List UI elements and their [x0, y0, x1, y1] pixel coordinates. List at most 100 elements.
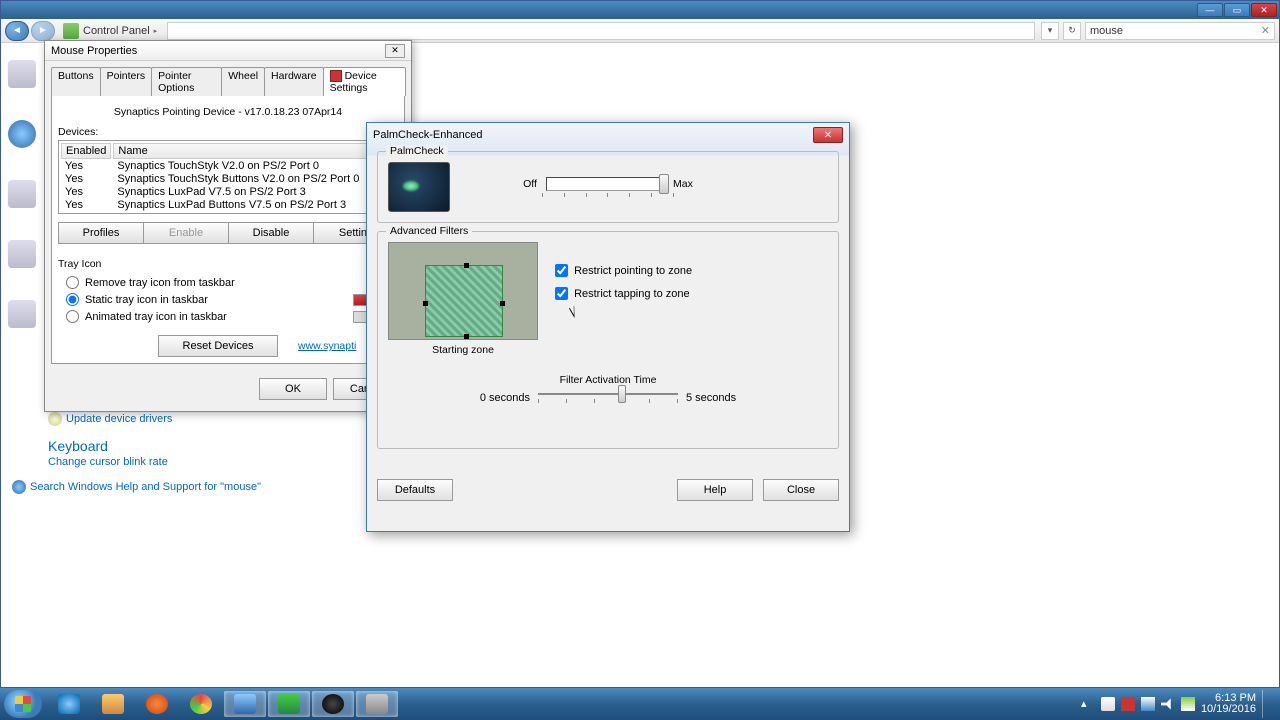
- close-dialog-button[interactable]: Close: [763, 479, 839, 501]
- tray-remove-radio[interactable]: Remove tray icon from taskbar 4:20: [58, 274, 398, 291]
- tray-synaptics-icon[interactable]: [1121, 697, 1135, 711]
- profiles-button[interactable]: Profiles: [58, 222, 144, 244]
- zone-caption: Starting zone: [388, 344, 538, 356]
- fat-slider[interactable]: [538, 393, 678, 395]
- taskbar-ie[interactable]: [48, 691, 90, 717]
- taskbar-obs[interactable]: [312, 691, 354, 717]
- update-drivers-link[interactable]: Update device drivers: [66, 413, 172, 425]
- system-tray: ▴ 6:13 PM 10/19/2016: [1081, 690, 1276, 718]
- mouse-category-icon: [8, 60, 36, 88]
- taskbar-wmp[interactable]: [136, 691, 178, 717]
- clear-search-button[interactable]: ✕: [1261, 24, 1270, 37]
- refresh-button[interactable]: ↻: [1063, 22, 1081, 40]
- start-button[interactable]: [4, 690, 42, 718]
- checkbox-input[interactable]: [555, 287, 568, 300]
- tray-icon-header: Tray Icon: [58, 258, 398, 270]
- filter-activation-group: Filter Activation Time 0 seconds 5 secon…: [388, 374, 828, 404]
- minimize-button[interactable]: —: [1197, 3, 1223, 17]
- fat-max-label: 5 seconds: [686, 392, 736, 404]
- reset-devices-button[interactable]: Reset Devices: [158, 335, 278, 357]
- clock[interactable]: 6:13 PM 10/19/2016: [1201, 693, 1256, 715]
- palmcheck-title: PalmCheck-Enhanced: [373, 129, 813, 141]
- devices-label: Devices:: [58, 126, 398, 138]
- zone-rect[interactable]: [425, 265, 503, 337]
- control-panel-icon: [63, 23, 79, 39]
- checkbox-input[interactable]: [555, 264, 568, 277]
- checkbox-label: Restrict pointing to zone: [574, 265, 692, 277]
- zone-editor[interactable]: [388, 242, 538, 340]
- disable-button[interactable]: Disable: [228, 222, 314, 244]
- tray-power-icon[interactable]: [1181, 697, 1195, 711]
- printer-category-icon: [8, 180, 36, 208]
- tray-network-icon[interactable]: [1141, 697, 1155, 711]
- slider-thumb[interactable]: [659, 174, 669, 194]
- blink-rate-link[interactable]: Change cursor blink rate: [48, 456, 172, 468]
- tab-pointers[interactable]: Pointers: [100, 67, 153, 96]
- palmcheck-legend: PalmCheck: [386, 145, 448, 157]
- window-close-button[interactable]: ✕: [1251, 3, 1277, 17]
- address-dropdown-button[interactable]: ▾: [1041, 22, 1059, 40]
- touchpad-icon: [353, 311, 367, 323]
- col-enabled: Enabled: [61, 143, 111, 159]
- tab-device-settings[interactable]: Device Settings: [323, 67, 406, 96]
- palmcheck-close-button[interactable]: ✕: [813, 127, 843, 143]
- breadcrumb[interactable]: Control Panel ▸: [63, 23, 161, 39]
- category-icons: [8, 60, 38, 328]
- nav-forward-button[interactable]: ►: [31, 21, 55, 41]
- table-row[interactable]: YesSynaptics LuxPad Buttons V7.5 on PS/2…: [61, 200, 395, 211]
- radio-input[interactable]: [66, 293, 79, 306]
- tray-animated-radio[interactable]: Animated tray icon in taskbar 4:20: [58, 308, 398, 325]
- synaptics-link[interactable]: www.synapti: [298, 340, 356, 352]
- show-desktop-button[interactable]: [1262, 690, 1270, 718]
- radio-label: Remove tray icon from taskbar: [85, 277, 235, 289]
- table-row[interactable]: YesSynaptics TouchStyk V2.0 on PS/2 Port…: [61, 161, 395, 172]
- tab-hardware[interactable]: Hardware: [264, 67, 324, 96]
- help-search-link[interactable]: Search Windows Help and Support for "mou…: [30, 481, 261, 493]
- ok-button[interactable]: OK: [259, 378, 327, 400]
- tray-flag-icon[interactable]: [1101, 697, 1115, 711]
- devices-table[interactable]: Enabled Name YesSynaptics TouchStyk V2.0…: [58, 140, 398, 214]
- taskbar-app4[interactable]: [356, 691, 398, 717]
- tab-buttons[interactable]: Buttons: [51, 67, 101, 96]
- see-also-panel: Update device drivers Keyboard Change cu…: [48, 412, 172, 468]
- taskbar-chrome[interactable]: [180, 691, 222, 717]
- touchpad-preview-icon: [388, 162, 450, 212]
- taskbar-control-panel[interactable]: [224, 691, 266, 717]
- mouse-properties-title: Mouse Properties: [51, 45, 385, 57]
- table-row[interactable]: YesSynaptics LuxPad V7.5 on PS/2 Port 3: [61, 187, 395, 198]
- table-row[interactable]: YesSynaptics TouchStyk Buttons V2.0 on P…: [61, 174, 395, 185]
- filter-checks: Restrict pointing to zone Restrict tappi…: [555, 264, 692, 310]
- palmcheck-group: PalmCheck Off Max: [377, 151, 839, 223]
- defaults-button[interactable]: Defaults: [377, 479, 453, 501]
- reset-row: Reset Devices www.synapti: [58, 335, 398, 357]
- restrict-pointing-checkbox[interactable]: Restrict pointing to zone: [555, 264, 692, 277]
- device-category-icon: [8, 120, 36, 148]
- taskbar-explorer[interactable]: [92, 691, 134, 717]
- tab-wheel[interactable]: Wheel: [221, 67, 265, 96]
- synaptics-icon: [353, 294, 367, 306]
- restrict-tapping-checkbox[interactable]: Restrict tapping to zone: [555, 287, 692, 300]
- search-input[interactable]: [1090, 25, 1261, 37]
- mouse-properties-close-button[interactable]: ✕: [385, 44, 405, 58]
- radio-input[interactable]: [66, 276, 79, 289]
- nav-back-button[interactable]: ◄: [5, 21, 29, 41]
- help-button[interactable]: Help: [677, 479, 753, 501]
- keyboard-link[interactable]: Keyboard: [48, 438, 172, 454]
- tray-up-icon[interactable]: ▴: [1081, 697, 1095, 711]
- tray-static-radio[interactable]: Static tray icon in taskbar 4:20: [58, 291, 398, 308]
- device-settings-panel: Synaptics Pointing Device - v17.0.18.23 …: [51, 95, 405, 364]
- taskbar-app2[interactable]: [268, 691, 310, 717]
- mouse-properties-dialog: Mouse Properties ✕ Buttons Pointers Poin…: [44, 40, 412, 412]
- maximize-button[interactable]: ▭: [1224, 3, 1250, 17]
- col-name: Name: [113, 143, 395, 159]
- tab-pointer-options[interactable]: Pointer Options: [151, 67, 222, 96]
- tabs: Buttons Pointers Pointer Options Wheel H…: [51, 67, 405, 96]
- tray-icon-group: Tray Icon Remove tray icon from taskbar …: [58, 258, 398, 325]
- palmcheck-slider[interactable]: [546, 177, 664, 191]
- fat-slider-thumb[interactable]: [618, 385, 626, 403]
- slider-off-label: Off: [523, 178, 537, 190]
- search-box[interactable]: ✕: [1085, 22, 1275, 40]
- tray-volume-icon[interactable]: [1161, 697, 1175, 711]
- radio-input[interactable]: [66, 310, 79, 323]
- address-bar[interactable]: [167, 22, 1035, 40]
